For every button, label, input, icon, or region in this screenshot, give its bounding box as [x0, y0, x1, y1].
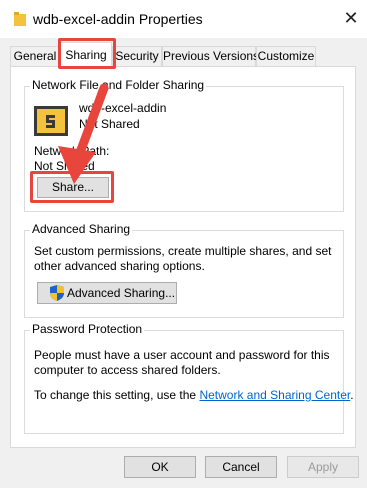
advanced-sharing-description: Set custom permissions, create multiple … [34, 244, 332, 273]
password-change-hint: To change this setting, use the Network … [34, 388, 354, 402]
password-protection-group-label: Password Protection [30, 322, 145, 336]
close-button[interactable]: ✕ [341, 7, 361, 29]
tab-general[interactable]: General [10, 46, 60, 66]
password-change-prefix: To change this setting, use the [34, 388, 200, 402]
network-sharing-center-link[interactable]: Network and Sharing Center [199, 388, 350, 402]
window-title: wdb-excel-addin Properties [33, 11, 203, 27]
advanced-sharing-group-label: Advanced Sharing [30, 222, 133, 236]
tab-highlight-annotation [58, 38, 116, 69]
tab-previous-versions[interactable]: Previous Versions [162, 46, 259, 66]
advanced-sharing-button-label: Advanced Sharing... [67, 286, 176, 300]
password-protection-description: People must have a user account and pass… [34, 348, 330, 377]
ok-button[interactable]: OK [124, 456, 196, 478]
apply-button[interactable]: Apply [287, 456, 359, 478]
password-protection-group [24, 330, 344, 434]
cancel-button[interactable]: Cancel [205, 456, 277, 478]
red-arrow-icon [58, 83, 109, 184]
tab-security[interactable]: Security [112, 46, 162, 66]
password-change-suffix: . [350, 388, 354, 402]
tab-customize[interactable]: Customize [256, 46, 316, 66]
uac-shield-icon [50, 285, 64, 301]
folder-icon [14, 12, 26, 26]
